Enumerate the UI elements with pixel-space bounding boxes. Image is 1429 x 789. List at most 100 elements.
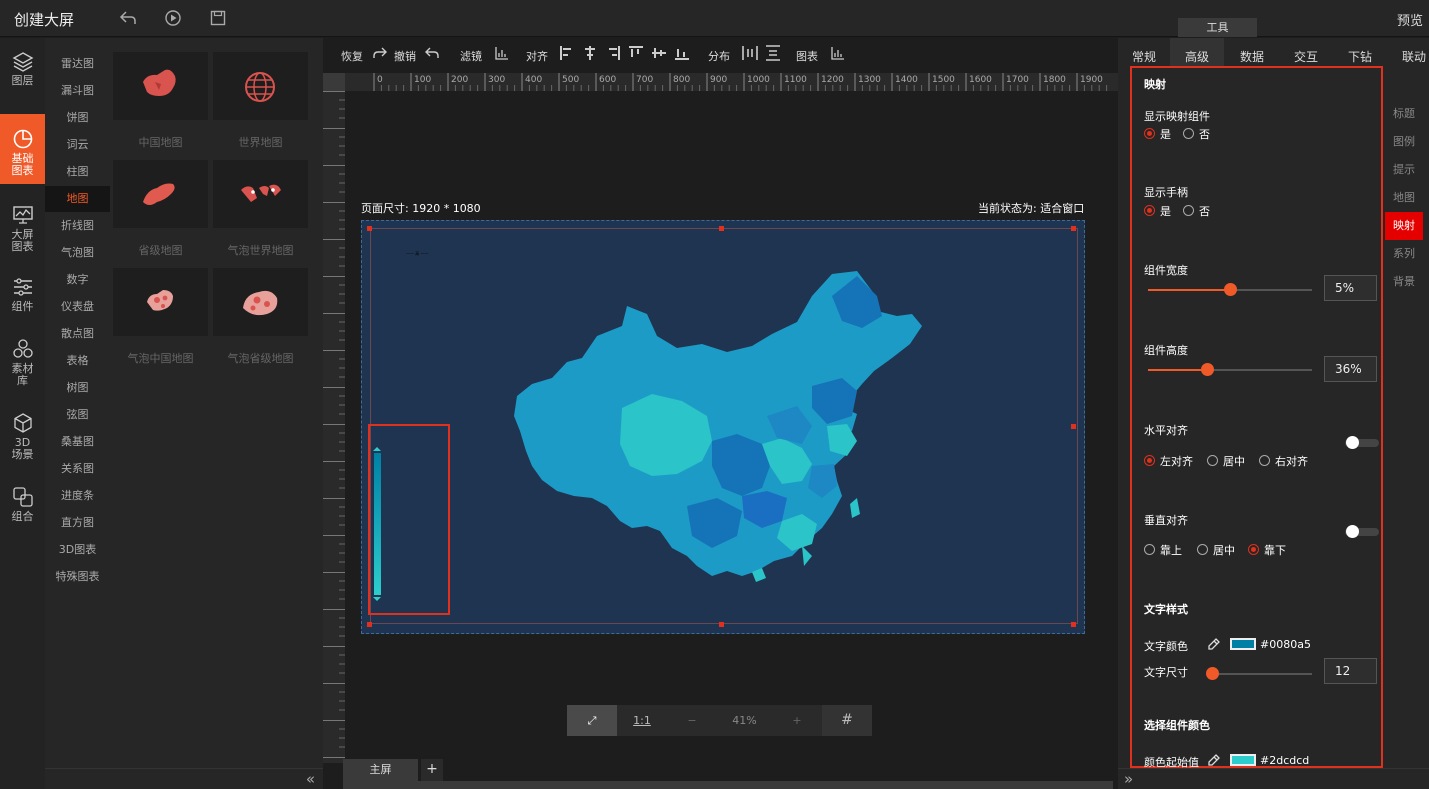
height-value[interactable]: 36%	[1324, 356, 1377, 382]
side-tab-legend[interactable]: 图例	[1385, 128, 1423, 156]
h-align-left[interactable]: 左对齐	[1144, 453, 1193, 469]
china-map[interactable]	[512, 266, 932, 611]
thumb-bubble-province-map[interactable]	[213, 268, 308, 336]
nav-components[interactable]: 组件	[0, 276, 45, 318]
width-slider-knob[interactable]	[1224, 283, 1237, 296]
nav-layers[interactable]: 图层	[0, 50, 45, 100]
actual-size-button[interactable]: 1:1	[617, 705, 667, 736]
side-tab-map[interactable]: 地图	[1385, 184, 1423, 212]
play-icon[interactable]	[163, 9, 183, 29]
show-mapping-no[interactable]: 否	[1183, 126, 1210, 142]
radio[interactable]	[1144, 544, 1155, 555]
resize-handle[interactable]	[1071, 424, 1076, 429]
nav-3d-scene[interactable]: 3D 场景	[0, 412, 45, 468]
tab-drilldown[interactable]: 下钻	[1348, 48, 1372, 65]
show-handle-no[interactable]: 否	[1183, 203, 1210, 219]
v-align-top[interactable]: 靠上	[1144, 542, 1182, 558]
chart-button[interactable]: 图表	[796, 48, 818, 64]
side-tab-mapping[interactable]: 映射	[1385, 212, 1423, 240]
zoom-out-button[interactable]: −	[667, 705, 717, 736]
category-item[interactable]: 柱图	[45, 159, 110, 185]
h-align-toggle-knob[interactable]	[1346, 436, 1359, 449]
bar-chart-icon[interactable]	[494, 45, 510, 65]
show-handle-yes[interactable]: 是	[1144, 203, 1171, 219]
category-item[interactable]: 漏斗图	[45, 78, 110, 104]
filter-button[interactable]: 滤镜	[460, 48, 482, 64]
category-item[interactable]: 词云	[45, 132, 110, 158]
align-left-icon[interactable]	[559, 45, 575, 65]
color-start-swatch[interactable]	[1230, 754, 1256, 766]
radio[interactable]	[1207, 455, 1218, 466]
nav-big-screen[interactable]: 大屏 图表	[0, 204, 45, 256]
text-size-slider[interactable]	[1208, 673, 1312, 675]
save-icon[interactable]	[208, 9, 228, 29]
grid-icon[interactable]: #	[822, 705, 872, 736]
align-top-icon[interactable]	[628, 45, 644, 65]
category-item[interactable]: 特殊图表	[45, 564, 110, 590]
category-item[interactable]: 散点图	[45, 321, 110, 347]
fit-window-icon[interactable]: ⤢	[567, 705, 617, 736]
align-bottom-icon[interactable]	[674, 45, 690, 65]
distribute-button[interactable]: 分布	[708, 48, 730, 64]
add-screen-button[interactable]: +	[421, 759, 443, 781]
chart-icon[interactable]	[830, 45, 846, 65]
category-item[interactable]: 关系图	[45, 456, 110, 482]
distribute-h-icon[interactable]	[742, 45, 758, 65]
category-item[interactable]: 弦图	[45, 402, 110, 428]
tool-tab[interactable]: 工具	[1178, 18, 1257, 37]
thumb-china-map[interactable]	[113, 52, 208, 120]
side-tab-title[interactable]: 标题	[1385, 100, 1423, 128]
category-item[interactable]: 3D图表	[45, 537, 110, 563]
radio-checked[interactable]	[1144, 455, 1155, 466]
text-size-slider-knob[interactable]	[1206, 667, 1219, 680]
redo-button[interactable]: 恢复	[341, 48, 363, 64]
category-item[interactable]: 直方图	[45, 510, 110, 536]
undo-icon[interactable]	[424, 45, 440, 65]
visual-map-component[interactable]	[368, 424, 450, 615]
thumb-world-map[interactable]	[213, 52, 308, 120]
v-align-bottom[interactable]: 靠下	[1248, 542, 1286, 558]
width-value[interactable]: 5%	[1324, 275, 1377, 301]
align-center-h-icon[interactable]	[582, 45, 598, 65]
tab-data[interactable]: 数据	[1240, 48, 1264, 65]
side-tab-series[interactable]: 系列	[1385, 240, 1423, 268]
thumb-province-map[interactable]	[113, 160, 208, 228]
side-tab-background[interactable]: 背景	[1385, 268, 1423, 296]
resize-handle[interactable]	[1071, 622, 1076, 627]
double-chevron-right-icon[interactable]: »	[1124, 770, 1133, 788]
distribute-v-icon[interactable]	[765, 45, 781, 65]
tab-linkage[interactable]: 联动	[1402, 48, 1426, 65]
category-item[interactable]: 进度条	[45, 483, 110, 509]
radio[interactable]	[1259, 455, 1270, 466]
eyedropper-icon[interactable]	[1207, 636, 1221, 655]
category-item[interactable]: 气泡图	[45, 240, 110, 266]
h-align-center[interactable]: 居中	[1207, 453, 1245, 469]
screen-tab-main[interactable]: 主屏	[343, 759, 418, 781]
text-color-swatch[interactable]	[1230, 638, 1256, 650]
height-slider-knob[interactable]	[1201, 363, 1215, 376]
radio[interactable]	[1197, 544, 1208, 555]
tab-interaction[interactable]: 交互	[1294, 48, 1318, 65]
radio-checked[interactable]	[1144, 128, 1155, 139]
v-align-middle[interactable]: 居中	[1197, 542, 1235, 558]
category-item[interactable]: 树图	[45, 375, 110, 401]
radio-checked[interactable]	[1144, 205, 1155, 216]
nav-group[interactable]: 组合	[0, 486, 45, 528]
zoom-in-button[interactable]: +	[772, 705, 822, 736]
category-item-active[interactable]: 地图	[45, 186, 110, 212]
resize-handle[interactable]	[367, 622, 372, 627]
show-mapping-yes[interactable]: 是	[1144, 126, 1171, 142]
resize-handle[interactable]	[1071, 226, 1076, 231]
undo-button[interactable]: 撤销	[394, 48, 416, 64]
redo-icon[interactable]	[372, 45, 388, 65]
screen-canvas[interactable]: —— 高 ——	[361, 220, 1085, 634]
thumb-bubble-world-map[interactable]	[213, 160, 308, 228]
preview-button[interactable]: 预览	[1397, 10, 1423, 29]
tab-general[interactable]: 常规	[1132, 48, 1156, 65]
radio[interactable]	[1183, 205, 1194, 216]
h-align-right[interactable]: 右对齐	[1259, 453, 1308, 469]
horizontal-scrollbar[interactable]	[343, 781, 1113, 789]
resize-handle[interactable]	[367, 226, 372, 231]
resize-handle[interactable]	[719, 622, 724, 627]
category-item[interactable]: 桑基图	[45, 429, 110, 455]
